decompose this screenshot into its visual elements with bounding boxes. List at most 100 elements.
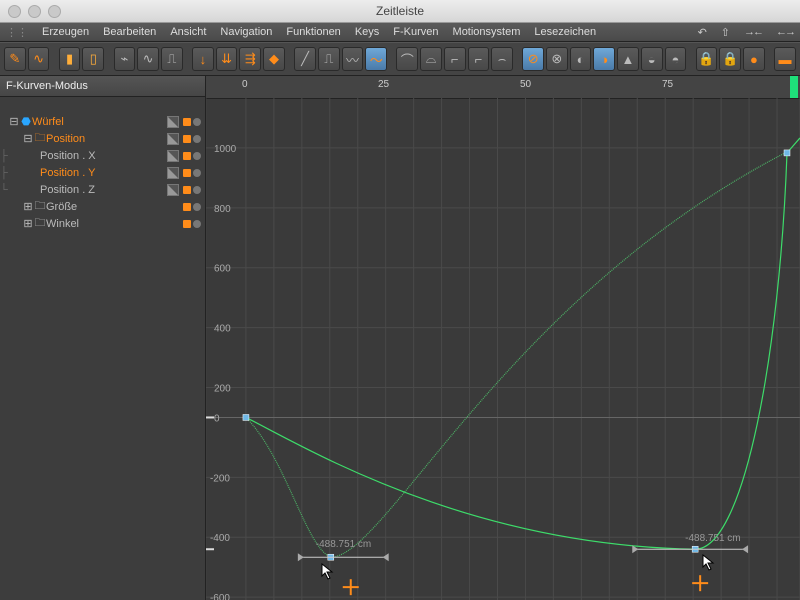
- snap-a-button[interactable]: ⌁: [114, 47, 136, 71]
- sidebar: F-Kurven-Modus ⊟ ⬣ Würfel ⊟ 🗀 Position ├…: [0, 76, 206, 600]
- tangent-value-left: -488.751 cm: [316, 539, 371, 550]
- visibility-toggle[interactable]: [167, 184, 179, 196]
- handle-c-button[interactable]: ◒: [641, 47, 663, 71]
- addkey-1-button[interactable]: ↓: [192, 47, 214, 71]
- keyframe[interactable]: [784, 150, 790, 156]
- add-key-marker: [343, 579, 359, 595]
- tree-row-pos-x[interactable]: ├ Position . X: [0, 147, 205, 164]
- tangent-handle-point[interactable]: [742, 545, 748, 553]
- menu-ansicht[interactable]: Ansicht: [170, 26, 206, 38]
- y-label: 1000: [214, 144, 237, 155]
- expand-minus-icon[interactable]: ⊟: [8, 115, 20, 128]
- window-title: Zeitleiste: [0, 4, 800, 18]
- channel-a-button[interactable]: ▮: [59, 47, 81, 71]
- addkey-2-button[interactable]: ⇊: [216, 47, 238, 71]
- visibility-toggle[interactable]: [167, 116, 179, 128]
- menubar: ⋮⋮ Erzeugen Bearbeiten Ansicht Navigatio…: [0, 23, 800, 42]
- curve-canvas[interactable]: 1000 800 600 400 200 0 -200 -400 -600: [206, 98, 800, 600]
- nav-up-icon[interactable]: ⇧: [721, 26, 730, 39]
- ruler-tick: 50: [520, 79, 531, 90]
- interp-ease-button[interactable]: 〰: [342, 47, 364, 71]
- panel-title: F-Kurven-Modus: [0, 76, 205, 97]
- addkey-3-button[interactable]: ⇶: [239, 47, 261, 71]
- handle-a-button[interactable]: ◐: [570, 47, 592, 71]
- handle-free-button[interactable]: ⊘: [522, 47, 544, 71]
- toolbar: ✎ ∿ ▮ ▯ ⌁ ∿ ⎍ ↓ ⇊ ⇶ ◆ ╱ ⎍ 〰 〜 ⌒ ⌓ ⌐ ⌐ ⌢ …: [0, 42, 800, 76]
- tree-row-cube[interactable]: ⊟ ⬣ Würfel: [0, 113, 205, 130]
- menu-funktionen[interactable]: Funktionen: [286, 26, 340, 38]
- tree-label-angle: Winkel: [46, 218, 183, 230]
- region-button[interactable]: ▬: [774, 47, 796, 71]
- curve-ghost: [246, 153, 785, 557]
- interp-linear-button[interactable]: ╱: [294, 47, 316, 71]
- handle-weight-button[interactable]: ▲: [617, 47, 639, 71]
- interp-step-button[interactable]: ⎍: [318, 47, 340, 71]
- lock-time-button[interactable]: 🔒: [719, 47, 741, 71]
- menu-fkurven[interactable]: F-Kurven: [393, 26, 438, 38]
- expand-plus-icon[interactable]: ⊞: [22, 200, 34, 213]
- grip-icon[interactable]: ⋮⋮: [6, 26, 28, 39]
- folder-icon: 🗀: [34, 129, 46, 148]
- keyframe[interactable]: [243, 414, 249, 420]
- visibility-toggle[interactable]: [167, 133, 179, 145]
- handle-d-button[interactable]: ◓: [665, 47, 687, 71]
- curve-position-y[interactable]: [246, 153, 787, 549]
- tangent-soft-button[interactable]: ⌒: [396, 47, 418, 71]
- y-label: -600: [210, 593, 230, 600]
- mode-key-button[interactable]: ✎: [4, 47, 26, 71]
- mute-button[interactable]: ●: [743, 47, 765, 71]
- expand-minus-icon[interactable]: ⊟: [22, 132, 34, 145]
- handle-lock-button[interactable]: ⊗: [546, 47, 568, 71]
- menu-bearbeiten[interactable]: Bearbeiten: [103, 26, 156, 38]
- tangent-flat-button[interactable]: ⌓: [420, 47, 442, 71]
- y-label: 0: [214, 413, 220, 424]
- ruler-tick: 75: [662, 79, 673, 90]
- add-key-marker: [692, 575, 708, 591]
- tangent-linear-button[interactable]: ⌐: [468, 47, 490, 71]
- window-titlebar: Zeitleiste: [0, 0, 800, 23]
- graph-area[interactable]: 0 25 50 75 1: [206, 76, 800, 600]
- nav-undo-icon[interactable]: ↶: [698, 26, 707, 39]
- cube-icon: ⬣: [20, 115, 32, 128]
- menu-navigation[interactable]: Navigation: [220, 26, 272, 38]
- visibility-toggle[interactable]: [167, 150, 179, 162]
- tree-row-angle[interactable]: ⊞ 🗀 Winkel: [0, 215, 205, 232]
- tangent-auto-button[interactable]: ⌢: [491, 47, 513, 71]
- y-label: -200: [210, 473, 230, 484]
- ruler-tick: 25: [378, 79, 389, 90]
- snap-c-button[interactable]: ⎍: [161, 47, 183, 71]
- menu-keys[interactable]: Keys: [355, 26, 379, 38]
- ruler-tick: 0: [242, 79, 248, 90]
- mode-fcurve-button[interactable]: ∿: [28, 47, 50, 71]
- y-label: 400: [214, 324, 231, 335]
- expand-plus-icon[interactable]: ⊞: [22, 217, 34, 230]
- tangent-hard-button[interactable]: ⌐: [444, 47, 466, 71]
- tree-label-size: Größe: [46, 201, 183, 213]
- menu-erzeugen[interactable]: Erzeugen: [42, 26, 89, 38]
- time-ruler[interactable]: 0 25 50 75 1: [206, 76, 800, 99]
- addkey-4-button[interactable]: ◆: [263, 47, 285, 71]
- interp-spline-button[interactable]: 〜: [365, 47, 387, 71]
- tangent-handle-point[interactable]: [298, 553, 304, 561]
- lock-value-button[interactable]: 🔒: [696, 47, 718, 71]
- tree-label-posz: Position . Z: [40, 184, 167, 196]
- handle-b-button[interactable]: ◑: [593, 47, 615, 71]
- tree-row-size[interactable]: ⊞ 🗀 Größe: [0, 198, 205, 215]
- tree-row-pos-z[interactable]: └ Position . Z: [0, 181, 205, 198]
- menu-motionsystem[interactable]: Motionsystem: [453, 26, 521, 38]
- tree-row-position[interactable]: ⊟ 🗀 Position: [0, 130, 205, 147]
- visibility-toggle[interactable]: [167, 167, 179, 179]
- nav-expand-icon[interactable]: ←→: [776, 26, 794, 38]
- tree-label-cube: Würfel: [32, 116, 167, 128]
- nav-collapse-icon[interactable]: →←: [744, 26, 762, 38]
- channel-b-button[interactable]: ▯: [82, 47, 104, 71]
- y-label: 600: [214, 264, 231, 275]
- menu-lesezeichen[interactable]: Lesezeichen: [534, 26, 596, 38]
- playhead[interactable]: [790, 76, 798, 98]
- y-label: -400: [210, 533, 230, 544]
- tree-row-pos-y[interactable]: ├ Position . Y: [0, 164, 205, 181]
- tree-label-posx: Position . X: [40, 150, 167, 162]
- folder-closed-icon: 🗀: [34, 214, 46, 233]
- object-tree: ⊟ ⬣ Würfel ⊟ 🗀 Position ├ Position . X: [0, 107, 205, 238]
- snap-b-button[interactable]: ∿: [137, 47, 159, 71]
